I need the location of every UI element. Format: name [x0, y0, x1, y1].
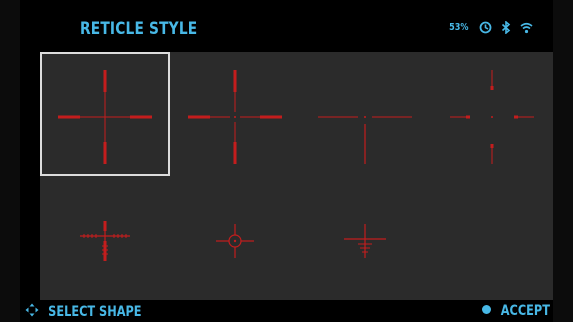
reticle-option-4[interactable] [430, 52, 553, 176]
dpad-icon [25, 303, 39, 321]
reticle-6-icon [216, 224, 254, 258]
battery-level: 53% [449, 22, 469, 33]
reticle-3-icon [318, 116, 412, 164]
bluetooth-icon [501, 21, 511, 34]
status-bar: 53% [448, 21, 533, 34]
timer-icon [479, 21, 492, 34]
wifi-icon [520, 22, 533, 34]
reticle-option-2[interactable] [170, 52, 300, 176]
accept-label: ACCEPT [501, 303, 551, 319]
accept-button[interactable]: ACCEPT [481, 303, 553, 319]
reticle-option-6[interactable] [170, 176, 300, 300]
reticle-1-icon [58, 70, 152, 164]
reticle-option-7[interactable] [300, 176, 430, 300]
reticle-option-5[interactable] [40, 176, 170, 300]
select-shape-hint: SELECT SHAPE [25, 303, 147, 321]
page-title: RETICLE STYLE [80, 19, 198, 39]
reticle-grid [40, 52, 553, 300]
reticle-option-1[interactable] [40, 52, 170, 176]
reticle-5-icon [80, 221, 130, 261]
reticle-7-icon [344, 224, 386, 258]
accept-dot-icon [481, 303, 492, 319]
reticle-2-icon [188, 70, 282, 164]
select-shape-label: SELECT SHAPE [48, 304, 142, 320]
reticle-4-icon [450, 70, 534, 164]
reticle-option-3[interactable] [300, 52, 430, 176]
header: RETICLE STYLE 53% [20, 0, 553, 52]
device-screen: RETICLE STYLE 53% SELECT SHAPE ACCEPT [20, 0, 553, 322]
footer: SELECT SHAPE ACCEPT [20, 300, 553, 322]
